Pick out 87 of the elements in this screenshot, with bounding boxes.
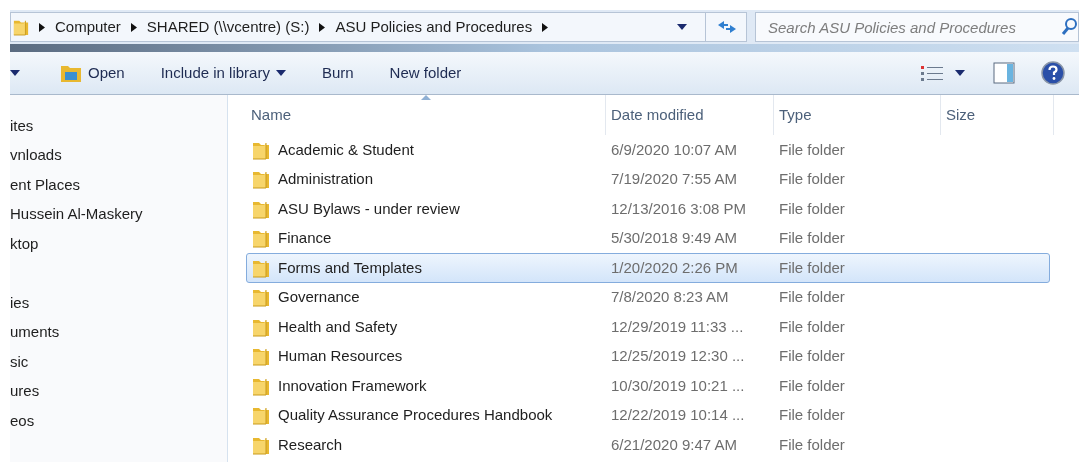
date-modified: 12/22/2019 10:14 ... bbox=[610, 405, 746, 425]
breadcrumb-segment[interactable]: SHARED (\\vcentre) (S:) bbox=[146, 15, 310, 39]
chevron-icon bbox=[130, 22, 137, 32]
refresh-icon[interactable] bbox=[716, 19, 738, 35]
sidebar-item[interactable]: ites bbox=[10, 114, 34, 137]
file-name: ASU Bylaws - under review bbox=[278, 198, 460, 219]
search-icon bbox=[1061, 18, 1077, 36]
caret-icon bbox=[677, 24, 687, 30]
date-modified: 7/8/2020 8:23 AM bbox=[610, 287, 730, 307]
folder-icon bbox=[252, 287, 270, 308]
sidebar-item[interactable]: sic bbox=[10, 350, 29, 373]
address-bar[interactable]: Computer SHARED (\\vcentre) (S:) ASU Policies and Procedures bbox=[10, 12, 747, 42]
file-type: File folder bbox=[778, 316, 846, 337]
chevron-icon bbox=[39, 22, 45, 32]
sidebar-item[interactable]: ent Places bbox=[10, 173, 81, 196]
breadcrumb-segment[interactable]: ASU Policies and Procedures bbox=[335, 15, 533, 39]
chevron-icon bbox=[319, 22, 326, 32]
file-name: Forms and Templates bbox=[278, 257, 422, 278]
preview-pane-icon[interactable] bbox=[993, 62, 1015, 84]
caret-icon bbox=[955, 70, 965, 76]
file-row[interactable]: Innovation Framework 10/30/2019 10:21 ... File folder bbox=[246, 371, 1050, 401]
sidebar-item[interactable]: eos bbox=[10, 409, 35, 432]
view-options-icon[interactable] bbox=[921, 65, 943, 81]
file-type: File folder bbox=[778, 434, 846, 455]
file-type: File folder bbox=[778, 405, 846, 425]
date-modified: 6/21/2020 9:47 AM bbox=[610, 434, 738, 455]
date-modified: 5/30/2018 9:49 AM bbox=[610, 228, 738, 248]
file-row[interactable]: Finance 5/30/2018 9:49 AM File folder bbox=[246, 223, 1050, 253]
column-header[interactable]: Type bbox=[774, 95, 941, 135]
sort-arrow-icon bbox=[420, 95, 431, 100]
file-row[interactable]: Administration 7/19/2020 7:55 AM File folder bbox=[246, 164, 1050, 194]
date-modified: 7/19/2020 7:55 AM bbox=[610, 169, 738, 189]
toolbar-button[interactable]: New folder bbox=[389, 61, 462, 85]
file-type: File folder bbox=[778, 228, 846, 248]
file-row[interactable]: Academic & Student 6/9/2020 10:07 AM File folder bbox=[246, 135, 1050, 165]
date-modified: 12/29/2019 11:33 ... bbox=[610, 316, 745, 337]
file-name: Academic & Student bbox=[278, 139, 414, 160]
file-row[interactable]: Forms and Templates 1/20/2020 2:26 PM File folder bbox=[246, 253, 1050, 283]
file-type: File folder bbox=[778, 169, 846, 189]
file-name: Quality Assurance Procedures Handbook bbox=[278, 405, 553, 425]
file-name: Innovation Framework bbox=[278, 375, 427, 396]
file-type: File folder bbox=[778, 287, 846, 307]
sidebar-item[interactable]: vnloads bbox=[10, 144, 62, 167]
folder-icon bbox=[252, 346, 270, 367]
sidebar-item[interactable]: ktop bbox=[10, 232, 39, 255]
file-type: File folder bbox=[778, 198, 846, 219]
sidebar-item[interactable]: ures bbox=[10, 380, 40, 403]
file-row[interactable]: Governance 7/8/2020 8:23 AM File folder bbox=[246, 282, 1050, 312]
toolbar-button[interactable]: Open bbox=[60, 61, 125, 85]
date-modified: 12/25/2019 12:30 ... bbox=[610, 346, 746, 366]
column-header[interactable]: Name bbox=[246, 95, 606, 135]
date-modified: 6/9/2020 10:07 AM bbox=[610, 139, 738, 160]
file-name: Administration bbox=[278, 169, 374, 189]
file-type: File folder bbox=[778, 375, 846, 396]
help-icon[interactable] bbox=[1041, 61, 1065, 85]
file-row[interactable]: ASU Bylaws - under review 12/13/2016 3:08 PM File folder bbox=[246, 194, 1050, 224]
sidebar-item[interactable]: Hussein Al-Maskery bbox=[10, 203, 143, 226]
file-row[interactable]: Quality Assurance Procedures Handbook 12/22/2019 10:14 ... File folder bbox=[246, 400, 1050, 430]
file-name: Health and Safety bbox=[278, 316, 398, 337]
column-header[interactable]: Size bbox=[941, 95, 1054, 135]
file-type: File folder bbox=[778, 346, 846, 366]
toolbar-button[interactable]: Include in library bbox=[160, 61, 286, 85]
file-name: Research bbox=[278, 434, 343, 455]
file-name: Finance bbox=[278, 228, 332, 248]
file-name: Governance bbox=[278, 287, 360, 307]
folder-icon bbox=[252, 405, 270, 426]
file-row[interactable]: Health and Safety 12/29/2019 11:33 ... File folder bbox=[246, 312, 1050, 342]
toolbar-button[interactable]: Burn bbox=[321, 61, 354, 85]
file-type: File folder bbox=[778, 257, 846, 278]
file-row[interactable]: Human Resources 12/25/2019 12:30 ... File folder bbox=[246, 341, 1050, 371]
sidebar-item[interactable]: ies bbox=[10, 291, 30, 314]
date-modified: 10/30/2019 10:21 ... bbox=[610, 375, 746, 396]
file-row[interactable]: Research 6/21/2020 9:47 AM File folder bbox=[246, 430, 1050, 460]
date-modified: 12/13/2016 3:08 PM bbox=[610, 198, 748, 219]
caret-icon bbox=[10, 70, 20, 76]
folder-icon bbox=[60, 63, 82, 83]
search-field[interactable]: Search ASU Policies and Procedures bbox=[755, 12, 1079, 42]
caret-icon bbox=[275, 70, 286, 76]
folder-icon bbox=[252, 169, 270, 190]
column-header[interactable]: Date modified bbox=[606, 95, 774, 135]
file-type: File folder bbox=[778, 139, 846, 160]
date-modified: 1/20/2020 2:26 PM bbox=[610, 257, 739, 278]
sidebar-item[interactable]: uments bbox=[10, 321, 60, 344]
file-name: Human Resources bbox=[278, 346, 403, 366]
folder-icon bbox=[252, 228, 270, 249]
chevron-icon bbox=[542, 22, 549, 32]
breadcrumb-segment[interactable]: Computer bbox=[55, 15, 121, 39]
